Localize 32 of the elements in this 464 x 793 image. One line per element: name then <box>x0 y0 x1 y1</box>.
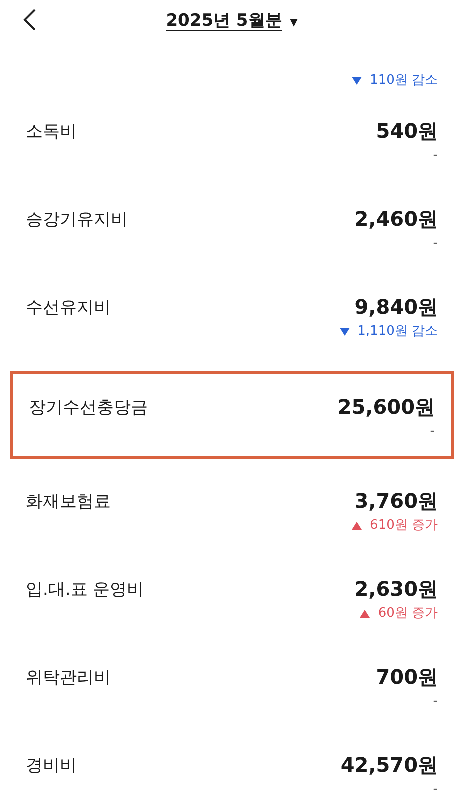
down-triangle-icon <box>340 328 350 336</box>
fee-amount: 540원 <box>376 118 438 144</box>
change-amount: - <box>433 693 438 711</box>
fee-label: 수선유지비 <box>26 297 111 320</box>
fee-label: 경비비 <box>26 755 77 778</box>
fee-amount: 3,760원 <box>354 488 438 514</box>
change-amount: - <box>433 235 438 253</box>
fee-label: 장기수선충당금 <box>29 397 148 420</box>
change-amount: 60원 증가 <box>378 605 438 623</box>
fee-amount: 9,840원 <box>354 294 438 320</box>
change-amount: 1,110원 감소 <box>358 323 438 341</box>
fee-label: 위탁관리비 <box>26 667 111 690</box>
fee-amount: 2,630원 <box>354 576 438 602</box>
change-amount: 110원 감소 <box>370 72 438 90</box>
change-amount: - <box>430 423 435 441</box>
change-amount: - <box>433 781 438 793</box>
up-triangle-icon <box>352 522 362 530</box>
up-triangle-icon <box>360 610 370 618</box>
fee-label: 소독비 <box>26 121 77 144</box>
dropdown-arrow-icon[interactable]: ▾ <box>290 10 298 34</box>
fee-label: 화재보험료 <box>26 491 111 514</box>
fee-amount: 700원 <box>376 664 438 690</box>
fee-label: 승강기유지비 <box>26 209 128 232</box>
fee-amount: 2,460원 <box>354 206 438 232</box>
fee-amount: 42,570원 <box>340 752 438 778</box>
back-icon[interactable] <box>22 8 38 32</box>
fee-label: 입.대.표 운영비 <box>26 579 144 602</box>
down-triangle-icon <box>352 77 362 85</box>
change-amount: - <box>433 147 438 165</box>
change-amount: 610원 증가 <box>370 517 438 535</box>
month-selector[interactable]: 2025년 5월분 <box>166 9 282 35</box>
fee-amount: 25,600원 <box>338 394 435 420</box>
